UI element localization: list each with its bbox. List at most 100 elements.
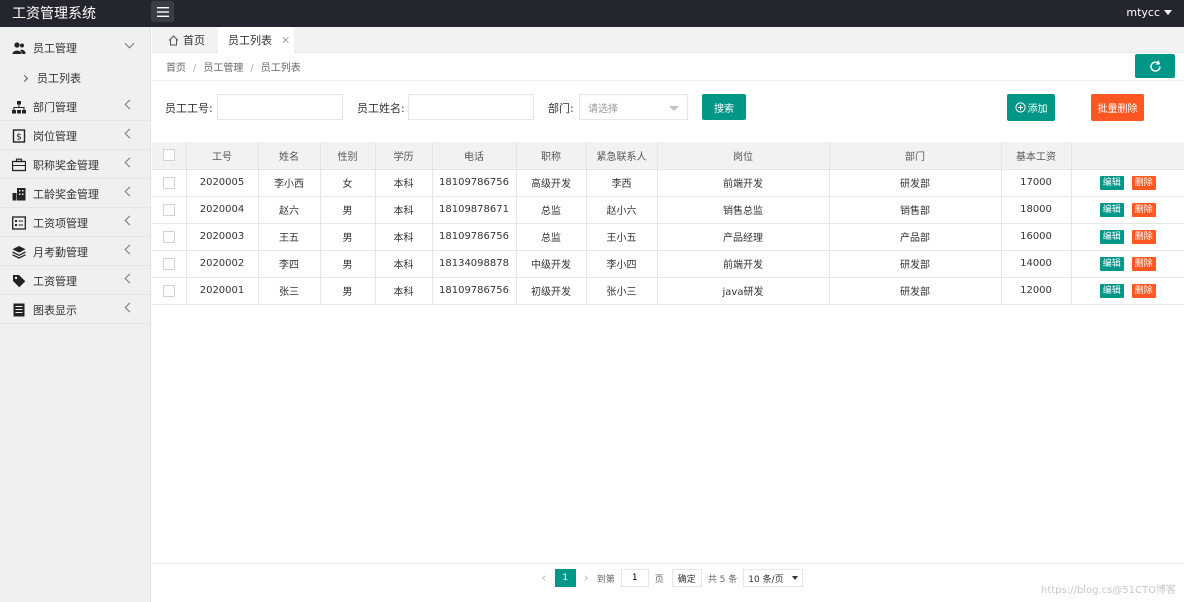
select-all-checkbox[interactable] — [162, 149, 175, 162]
edit-button[interactable]: 编辑 — [1099, 229, 1124, 244]
cell-id: 2020002 — [186, 250, 259, 278]
row-checkbox[interactable] — [162, 203, 175, 216]
edit-button[interactable]: 编辑 — [1099, 202, 1124, 217]
list-icon — [12, 215, 26, 230]
delete-button[interactable]: 删除 — [1131, 175, 1156, 190]
cell-emergency-contact: 李小四 — [586, 250, 658, 278]
cell-gender: 女 — [320, 169, 376, 197]
cell-post: 前端开发 — [657, 250, 830, 278]
cell-education: 本科 — [375, 250, 433, 278]
cell-actions: 编辑 删除 — [1071, 223, 1184, 251]
row-checkbox[interactable] — [162, 230, 175, 243]
triangle-down-icon — [791, 576, 798, 580]
column-header[interactable]: 职称 — [516, 142, 587, 170]
sidebar-item-post-mgmt[interactable]: $ 岗位管理 — [0, 122, 151, 150]
sidebar: 员工管理 员工列表 部门管理 $ 岗位管理 职称奖金管理 工龄奖金管理 工资项管… — [0, 27, 151, 602]
svg-text:$: $ — [16, 132, 22, 142]
employee-id-input[interactable] — [217, 94, 343, 120]
cell-post: 产品经理 — [657, 223, 830, 251]
column-header[interactable]: 姓名 — [258, 142, 321, 170]
total-count: 共 5 条 — [707, 574, 738, 585]
sidebar-item-title-bonus[interactable]: 职称奖金管理 — [0, 151, 151, 179]
cell-department: 研发部 — [829, 250, 1002, 278]
edit-button[interactable]: 编辑 — [1099, 256, 1124, 271]
chevron-down-icon — [124, 38, 135, 49]
delete-button[interactable]: 删除 — [1131, 256, 1156, 271]
edit-button[interactable]: 编辑 — [1099, 175, 1124, 190]
column-header[interactable]: 紧急联系人 — [586, 142, 658, 170]
sitemap-icon — [12, 100, 26, 114]
cell-phone: 18109786756 — [432, 169, 517, 197]
cell-department: 销售部 — [829, 196, 1002, 224]
sidebar-item-charts[interactable]: 图表显示 — [0, 296, 151, 324]
cell-gender: 男 — [320, 196, 376, 224]
sidebar-item-label: 图表显示 — [33, 303, 77, 317]
cell-education: 本科 — [375, 169, 433, 197]
breadcrumb-item[interactable]: 首页 — [166, 63, 186, 74]
select-all-cell — [152, 142, 187, 170]
chevron-left-icon — [124, 215, 135, 226]
cell-base-salary: 12000 — [1001, 277, 1072, 305]
tag-icon — [12, 274, 26, 288]
goto-confirm-button[interactable]: 确定 — [671, 569, 702, 587]
sidebar-subitem-employee-list[interactable]: 员工列表 — [0, 64, 151, 92]
cell-emergency-contact: 张小三 — [586, 277, 658, 305]
breadcrumb-item: 员工列表 — [260, 63, 301, 74]
table-row: 2020001 张三 男 本科 18109786756 初级开发 张小三 jav… — [152, 277, 1184, 305]
briefcase-icon — [12, 158, 26, 172]
row-checkbox[interactable] — [162, 284, 175, 297]
sidebar-item-employee-mgmt[interactable]: 员工管理 — [0, 34, 151, 62]
sidebar-item-salary-items[interactable]: 工资项管理 — [0, 209, 151, 237]
page-size-select[interactable]: 10 条/页 — [743, 569, 803, 587]
sidebar-item-seniority-bonus[interactable]: 工龄奖金管理 — [0, 180, 151, 208]
column-header[interactable]: 学历 — [375, 142, 433, 170]
edit-button[interactable]: 编辑 — [1099, 283, 1124, 298]
cell-name: 王五 — [258, 223, 321, 251]
department-select[interactable]: 请选择 — [579, 94, 688, 120]
close-icon[interactable]: ✕ — [281, 34, 290, 47]
divider — [152, 80, 1184, 81]
tab-bar: 首页 员工列表 ✕ — [152, 27, 1184, 53]
breadcrumb-item[interactable]: 员工管理 — [203, 63, 243, 74]
employee-name-input[interactable] — [408, 94, 534, 120]
column-header[interactable]: 电话 — [432, 142, 517, 170]
tab-home[interactable]: 首页 — [160, 27, 212, 53]
cell-title: 中级开发 — [516, 250, 587, 278]
chevron-left-icon — [124, 186, 135, 197]
prev-page-icon[interactable]: ‹ — [541, 571, 546, 586]
add-button[interactable]: 添加 — [1007, 94, 1055, 121]
caret-down-icon — [1164, 10, 1172, 15]
menu-toggle-button[interactable] — [151, 1, 174, 22]
column-header[interactable]: 部门 — [829, 142, 1002, 170]
cell-id: 2020003 — [186, 223, 259, 251]
tab-employee-list[interactable]: 员工列表 ✕ — [218, 27, 294, 53]
department-select-placeholder: 请选择 — [588, 103, 618, 115]
sidebar-item-dept-mgmt[interactable]: 部门管理 — [0, 93, 151, 121]
batch-delete-button[interactable]: 批量删除 — [1091, 94, 1144, 121]
next-page-icon[interactable]: › — [584, 571, 589, 586]
cell-name: 李四 — [258, 250, 321, 278]
delete-button[interactable]: 删除 — [1131, 283, 1156, 298]
column-header[interactable]: 工号 — [186, 142, 259, 170]
document-icon — [12, 303, 26, 317]
delete-button[interactable]: 删除 — [1131, 202, 1156, 217]
sidebar-item-label: 员工列表 — [37, 72, 81, 85]
current-page-button[interactable]: 1 — [554, 569, 576, 587]
row-checkbox[interactable] — [162, 176, 175, 189]
row-checkbox[interactable] — [162, 257, 175, 270]
sidebar-item-attendance[interactable]: 月考勤管理 — [0, 238, 151, 266]
delete-button[interactable]: 删除 — [1131, 229, 1156, 244]
column-header[interactable]: 性别 — [320, 142, 376, 170]
column-header[interactable]: 岗位 — [657, 142, 830, 170]
cell-title: 总监 — [516, 223, 587, 251]
search-button[interactable]: 搜索 — [702, 94, 746, 120]
user-menu[interactable]: mtycc — [1126, 6, 1172, 19]
goto-page-input[interactable] — [620, 569, 649, 587]
refresh-button[interactable] — [1135, 54, 1175, 78]
column-header[interactable]: 基本工资 — [1001, 142, 1072, 170]
watermark: https://blog.cs@51CTO博客 — [1040, 585, 1176, 596]
cell-actions: 编辑 删除 — [1071, 169, 1184, 197]
plus-circle-icon — [1014, 102, 1026, 113]
cell-actions: 编辑 删除 — [1071, 250, 1184, 278]
sidebar-item-salary-mgmt[interactable]: 工资管理 — [0, 267, 151, 295]
